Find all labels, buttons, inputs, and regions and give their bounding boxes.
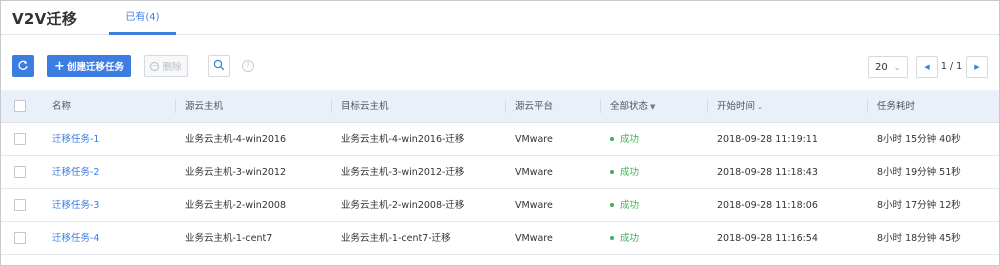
platform-cell: VMware [515,233,553,244]
chevron-down-icon: ⌄ [893,62,901,72]
target-host-cell: 业务云主机-4-win2016-迁移 [341,134,465,145]
source-host-cell: 业务云主机-4-win2016 [185,134,287,145]
delete-button[interactable]: − 删除 [144,55,188,77]
prev-page-button[interactable]: ◀ [916,56,938,78]
table-row: 迁移任务-3 业务云主机-2-win2008 业务云主机-2-win2008-迁… [1,189,999,222]
create-migration-task-label: 创建迁移任务 [66,62,124,73]
column-header-duration[interactable]: 任务耗时 [877,90,915,123]
target-host-cell: 业务云主机-1-cent7-迁移 [341,233,451,244]
task-name-link[interactable]: 迁移任务-2 [52,156,99,189]
status-cell: 成功 [610,156,639,189]
refresh-icon [17,59,29,74]
create-migration-task-button[interactable]: + 创建迁移任务 [47,55,131,77]
status-dot-icon [610,235,614,240]
minus-circle-icon: − [150,61,160,71]
task-name-link[interactable]: 迁移任务-4 [52,222,99,255]
row-checkbox[interactable] [14,166,26,178]
sort-chevron-down-icon: ⌄ [757,103,763,111]
table-row: 迁移任务-2 业务云主机-3-win2012 业务云主机-3-win2012-迁… [1,156,999,189]
status-cell: 成功 [610,189,639,222]
task-name-link[interactable]: 迁移任务-3 [52,189,99,222]
row-checkbox[interactable] [14,199,26,211]
start-time-cell: 2018-09-28 11:16:54 [717,233,818,244]
table-row: 迁移任务-1 业务云主机-4-win2016 业务云主机-4-win2016-迁… [1,123,999,156]
status-cell: 成功 [610,123,639,156]
help-icon[interactable]: ? [242,60,254,72]
page-size-select[interactable]: 20 ⌄ [868,56,908,78]
duration-cell: 8小时 15分钟 40秒 [877,134,961,145]
source-host-cell: 业务云主机-1-cent7 [185,233,273,244]
column-header-target[interactable]: 目标云主机 [341,90,389,123]
caret-down-icon: ▼ [650,103,656,111]
column-divider [707,100,708,113]
next-page-button[interactable]: ▶ [966,56,988,78]
table-row: 迁移任务-4 业务云主机-1-cent7 业务云主机-1-cent7-迁移 VM… [1,222,999,255]
column-divider [505,100,506,113]
duration-cell: 8小时 18分钟 45秒 [877,233,961,244]
source-host-cell: 业务云主机-3-win2012 [185,167,287,178]
source-host-cell: 业务云主机-2-win2008 [185,200,287,211]
status-cell: 成功 [610,222,639,255]
status-filter-label: 全部状态 [610,101,649,112]
column-header-start-time[interactable]: 开始时间 ⌄ [717,90,763,123]
caret-right-icon: ▶ [974,63,980,71]
app-window: V2V迁移 已有(4) + 创建迁移任务 − 删除 ? 20 ⌄ ◀ 1 / 1… [0,0,1000,266]
refresh-button[interactable] [12,55,34,77]
status-text: 成功 [620,134,640,145]
column-divider [175,100,176,113]
tab-active-indicator [109,32,176,35]
search-button[interactable] [208,55,230,77]
status-dot-icon [610,202,614,207]
column-header-platform[interactable]: 源云平台 [515,90,553,123]
column-header-name[interactable]: 名称 [52,90,71,123]
column-divider [867,100,868,113]
target-host-cell: 业务云主机-3-win2012-迁移 [341,167,465,178]
column-header-source[interactable]: 源云主机 [185,90,223,123]
status-text: 成功 [620,233,640,244]
row-checkbox[interactable] [14,133,26,145]
start-time-cell: 2018-09-28 11:18:06 [717,200,818,211]
start-time-cell: 2018-09-28 11:18:43 [717,167,818,178]
page-info: 1 / 1 [940,61,963,72]
column-divider [331,100,332,113]
delete-label: 删除 [162,62,182,73]
select-all-checkbox[interactable] [14,100,26,112]
task-name-link[interactable]: 迁移任务-1 [52,123,99,156]
column-divider [600,100,601,113]
status-text: 成功 [620,167,640,178]
platform-cell: VMware [515,167,553,178]
caret-left-icon: ◀ [924,63,930,71]
start-time-label: 开始时间 [717,101,756,112]
table-header: 名称 源云主机 目标云主机 源云平台 全部状态 ▼ 开始时间 ⌄ 任务耗时 [1,90,999,123]
status-filter-dropdown[interactable]: 全部状态 ▼ [610,90,655,123]
status-dot-icon [610,136,614,141]
page-header: V2V迁移 已有(4) [1,1,999,35]
toolbar: + 创建迁移任务 − 删除 ? 20 ⌄ ◀ 1 / 1 ▶ [1,55,999,79]
platform-cell: VMware [515,134,553,145]
tab-existing[interactable]: 已有(4) [109,1,176,35]
row-checkbox[interactable] [14,232,26,244]
target-host-cell: 业务云主机-2-win2008-迁移 [341,200,465,211]
status-dot-icon [610,169,614,174]
duration-cell: 8小时 17分钟 12秒 [877,200,961,211]
migration-task-table: 名称 源云主机 目标云主机 源云平台 全部状态 ▼ 开始时间 ⌄ 任务耗时 迁移任务… [1,90,999,255]
page-size-value: 20 [875,61,888,73]
platform-cell: VMware [515,200,553,211]
status-text: 成功 [620,200,640,211]
page-title: V2V迁移 [12,10,78,28]
plus-icon: + [54,58,65,74]
start-time-cell: 2018-09-28 11:19:11 [717,134,818,145]
duration-cell: 8小时 19分钟 51秒 [877,167,961,178]
search-icon [213,59,225,74]
